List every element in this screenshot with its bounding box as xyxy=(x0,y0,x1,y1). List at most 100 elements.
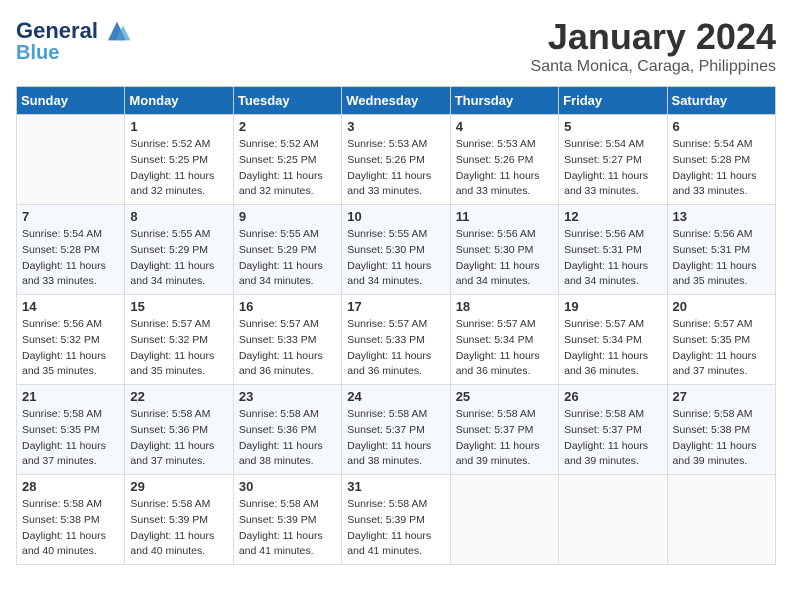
day-info: Sunrise: 5:58 AMSunset: 5:39 PMDaylight:… xyxy=(130,497,227,560)
day-number: 17 xyxy=(347,299,444,314)
logo: General Blue xyxy=(16,16,132,64)
day-info: Sunrise: 5:55 AMSunset: 5:29 PMDaylight:… xyxy=(239,227,336,290)
day-cell: 1 Sunrise: 5:52 AMSunset: 5:25 PMDaylight… xyxy=(125,115,233,205)
week-row-3: 14 Sunrise: 5:56 AMSunset: 5:32 PMDayligh… xyxy=(17,295,776,385)
day-number: 15 xyxy=(130,299,227,314)
day-number: 29 xyxy=(130,479,227,494)
page-header: General Blue January 2024 Santa Monica, … xyxy=(16,16,776,76)
day-info: Sunrise: 5:56 AMSunset: 5:30 PMDaylight:… xyxy=(456,227,553,290)
day-info: Sunrise: 5:58 AMSunset: 5:38 PMDaylight:… xyxy=(673,407,770,470)
day-info: Sunrise: 5:58 AMSunset: 5:37 PMDaylight:… xyxy=(564,407,661,470)
day-cell: 22 Sunrise: 5:58 AMSunset: 5:36 PMDayligh… xyxy=(125,385,233,475)
day-cell xyxy=(17,115,125,205)
col-header-monday: Monday xyxy=(125,87,233,115)
day-info: Sunrise: 5:58 AMSunset: 5:37 PMDaylight:… xyxy=(347,407,444,470)
col-header-tuesday: Tuesday xyxy=(233,87,341,115)
day-number: 9 xyxy=(239,209,336,224)
day-cell: 29 Sunrise: 5:58 AMSunset: 5:39 PMDayligh… xyxy=(125,475,233,565)
day-number: 27 xyxy=(673,389,770,404)
day-cell: 4 Sunrise: 5:53 AMSunset: 5:26 PMDaylight… xyxy=(450,115,558,205)
day-number: 14 xyxy=(22,299,119,314)
day-number: 21 xyxy=(22,389,119,404)
day-cell: 7 Sunrise: 5:54 AMSunset: 5:28 PMDaylight… xyxy=(17,205,125,295)
col-header-sunday: Sunday xyxy=(17,87,125,115)
day-cell: 24 Sunrise: 5:58 AMSunset: 5:37 PMDayligh… xyxy=(342,385,450,475)
location: Santa Monica, Caraga, Philippines xyxy=(531,58,776,76)
day-cell: 12 Sunrise: 5:56 AMSunset: 5:31 PMDayligh… xyxy=(559,205,667,295)
day-info: Sunrise: 5:56 AMSunset: 5:31 PMDaylight:… xyxy=(564,227,661,290)
week-row-2: 7 Sunrise: 5:54 AMSunset: 5:28 PMDaylight… xyxy=(17,205,776,295)
header-row: SundayMondayTuesdayWednesdayThursdayFrid… xyxy=(17,87,776,115)
day-number: 20 xyxy=(673,299,770,314)
day-cell: 17 Sunrise: 5:57 AMSunset: 5:33 PMDayligh… xyxy=(342,295,450,385)
week-row-5: 28 Sunrise: 5:58 AMSunset: 5:38 PMDayligh… xyxy=(17,475,776,565)
day-cell: 23Sunrise: 5:58 AMSunset: 5:36 PMDayligh… xyxy=(233,385,341,475)
week-row-4: 21 Sunrise: 5:58 AMSunset: 5:35 PMDayligh… xyxy=(17,385,776,475)
day-cell: 11 Sunrise: 5:56 AMSunset: 5:30 PMDayligh… xyxy=(450,205,558,295)
day-info: Sunrise: 5:53 AMSunset: 5:26 PMDaylight:… xyxy=(456,137,553,200)
day-info: Sunrise: 5:57 AMSunset: 5:34 PMDaylight:… xyxy=(564,317,661,380)
day-number: 22 xyxy=(130,389,227,404)
day-cell: 2Sunrise: 5:52 AMSunset: 5:25 PMDaylight… xyxy=(233,115,341,205)
day-cell: 19Sunrise: 5:57 AMSunset: 5:34 PMDayligh… xyxy=(559,295,667,385)
day-number: 24 xyxy=(347,389,444,404)
day-cell: 3 Sunrise: 5:53 AMSunset: 5:26 PMDaylight… xyxy=(342,115,450,205)
day-number: 1 xyxy=(130,119,227,134)
day-cell: 25 Sunrise: 5:58 AMSunset: 5:37 PMDayligh… xyxy=(450,385,558,475)
week-row-1: 1 Sunrise: 5:52 AMSunset: 5:25 PMDaylight… xyxy=(17,115,776,205)
day-info: Sunrise: 5:55 AMSunset: 5:30 PMDaylight:… xyxy=(347,227,444,290)
day-info: Sunrise: 5:58 AMSunset: 5:38 PMDaylight:… xyxy=(22,497,119,560)
month-title: January 2024 xyxy=(531,16,776,58)
day-cell: 20 Sunrise: 5:57 AMSunset: 5:35 PMDayligh… xyxy=(667,295,775,385)
day-number: 25 xyxy=(456,389,553,404)
day-info: Sunrise: 5:56 AMSunset: 5:32 PMDaylight:… xyxy=(22,317,119,380)
day-info: Sunrise: 5:57 AMSunset: 5:34 PMDaylight:… xyxy=(456,317,553,380)
day-cell: 27 Sunrise: 5:58 AMSunset: 5:38 PMDayligh… xyxy=(667,385,775,475)
title-area: January 2024 Santa Monica, Caraga, Phili… xyxy=(531,16,776,76)
day-number: 10 xyxy=(347,209,444,224)
day-number: 28 xyxy=(22,479,119,494)
day-cell: 26Sunrise: 5:58 AMSunset: 5:37 PMDayligh… xyxy=(559,385,667,475)
day-cell: 30 Sunrise: 5:58 AMSunset: 5:39 PMDayligh… xyxy=(233,475,341,565)
day-number: 3 xyxy=(347,119,444,134)
day-info: Sunrise: 5:53 AMSunset: 5:26 PMDaylight:… xyxy=(347,137,444,200)
day-info: Sunrise: 5:54 AMSunset: 5:28 PMDaylight:… xyxy=(22,227,119,290)
day-number: 13 xyxy=(673,209,770,224)
day-cell: 10 Sunrise: 5:55 AMSunset: 5:30 PMDayligh… xyxy=(342,205,450,295)
day-info: Sunrise: 5:57 AMSunset: 5:32 PMDaylight:… xyxy=(130,317,227,380)
day-info: Sunrise: 5:58 AMSunset: 5:37 PMDaylight:… xyxy=(456,407,553,470)
day-info: Sunrise: 5:58 AMSunset: 5:39 PMDaylight:… xyxy=(239,497,336,560)
day-info: Sunrise: 5:52 AMSunset: 5:25 PMDaylight:… xyxy=(130,137,227,200)
day-cell: 21 Sunrise: 5:58 AMSunset: 5:35 PMDayligh… xyxy=(17,385,125,475)
day-number: 8 xyxy=(130,209,227,224)
day-number: 31 xyxy=(347,479,444,494)
day-number: 12 xyxy=(564,209,661,224)
day-number: 5 xyxy=(564,119,661,134)
day-info: Sunrise: 5:57 AMSunset: 5:33 PMDaylight:… xyxy=(239,317,336,380)
day-number: 4 xyxy=(456,119,553,134)
day-info: Sunrise: 5:58 AMSunset: 5:39 PMDaylight:… xyxy=(347,497,444,560)
col-header-friday: Friday xyxy=(559,87,667,115)
day-info: Sunrise: 5:58 AMSunset: 5:36 PMDaylight:… xyxy=(130,407,227,470)
day-info: Sunrise: 5:57 AMSunset: 5:35 PMDaylight:… xyxy=(673,317,770,380)
day-info: Sunrise: 5:55 AMSunset: 5:29 PMDaylight:… xyxy=(130,227,227,290)
day-cell xyxy=(450,475,558,565)
day-cell: 13Sunrise: 5:56 AMSunset: 5:31 PMDayligh… xyxy=(667,205,775,295)
logo-text: General xyxy=(16,19,98,43)
day-info: Sunrise: 5:58 AMSunset: 5:35 PMDaylight:… xyxy=(22,407,119,470)
day-cell: 18 Sunrise: 5:57 AMSunset: 5:34 PMDayligh… xyxy=(450,295,558,385)
day-number: 16 xyxy=(239,299,336,314)
day-info: Sunrise: 5:57 AMSunset: 5:33 PMDaylight:… xyxy=(347,317,444,380)
calendar-table: SundayMondayTuesdayWednesdayThursdayFrid… xyxy=(16,86,776,565)
day-number: 30 xyxy=(239,479,336,494)
col-header-saturday: Saturday xyxy=(667,87,775,115)
day-cell: 28 Sunrise: 5:58 AMSunset: 5:38 PMDayligh… xyxy=(17,475,125,565)
logo-icon xyxy=(102,16,132,46)
day-cell: 31 Sunrise: 5:58 AMSunset: 5:39 PMDayligh… xyxy=(342,475,450,565)
col-header-wednesday: Wednesday xyxy=(342,87,450,115)
day-number: 7 xyxy=(22,209,119,224)
day-cell: 5Sunrise: 5:54 AMSunset: 5:27 PMDaylight… xyxy=(559,115,667,205)
day-number: 18 xyxy=(456,299,553,314)
day-number: 2 xyxy=(239,119,336,134)
day-number: 11 xyxy=(456,209,553,224)
